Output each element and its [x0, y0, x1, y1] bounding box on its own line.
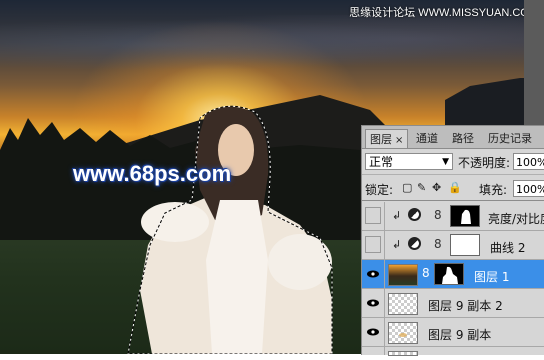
adjustment-icon	[408, 208, 421, 221]
mask-shape-icon	[461, 209, 471, 224]
blend-mode-select[interactable]: 正常 ▼	[365, 153, 453, 170]
divider	[384, 289, 385, 318]
lock-all-icon[interactable]: 🔒	[448, 181, 462, 194]
lock-row: 锁定: ▢ ✎ ✥ 🔒 填充: 100%	[362, 176, 544, 201]
tab-label: 历史记录	[488, 132, 532, 145]
layer-name: 亮度/对比度	[488, 212, 544, 226]
sweater	[206, 200, 268, 354]
visibility-toggle[interactable]	[365, 207, 381, 224]
divider	[384, 202, 385, 231]
lock-move-icon[interactable]: ✥	[432, 181, 441, 194]
link-icon: 8	[434, 208, 442, 222]
layer-thumbnail[interactable]	[388, 264, 418, 286]
opacity-label: 不透明度:	[458, 156, 511, 170]
fill-label: 填充:	[479, 183, 508, 197]
layer-row[interactable]: 图层 9 副本 2	[362, 289, 544, 318]
link-icon: 8	[434, 237, 442, 251]
layer-name: 曲线 2	[490, 241, 526, 255]
eye-icon[interactable]	[365, 352, 381, 360]
workspace-gutter	[524, 0, 544, 125]
building	[445, 78, 524, 130]
layer-row[interactable]: ↲ 8 曲线 2	[362, 231, 544, 260]
link-icon: 8	[422, 266, 430, 280]
watermark-site: www.68ps.com	[73, 161, 232, 186]
watermark-top: 思缘设计论坛 WWW.MISSYUAN.COM	[349, 7, 538, 19]
clip-arrow-icon: ↲	[392, 209, 402, 222]
layer-name: 图层 1	[474, 270, 510, 284]
fill-input[interactable]: 100%	[513, 180, 544, 197]
close-icon[interactable]: ×	[395, 135, 403, 146]
mask-shape-icon	[442, 266, 458, 284]
tab-label: 图层	[370, 133, 392, 146]
mask-thumbnail[interactable]	[434, 263, 464, 285]
layers-panel: 图层× 通道 路径 历史记录 正常 ▼ 不透明度: 100% 锁定: ▢ ✎ ✥…	[361, 125, 544, 356]
tab-history[interactable]: 历史记录	[484, 129, 536, 148]
lock-label: 锁定:	[365, 183, 394, 197]
tab-layers[interactable]: 图层 ×	[365, 129, 409, 148]
divider	[384, 260, 385, 289]
mask-thumbnail[interactable]	[450, 205, 480, 227]
layer-row[interactable]: 图层 9 副本	[362, 318, 544, 347]
divider	[384, 231, 385, 260]
layer-row[interactable]: ↲ 8 亮度/对比度	[362, 202, 544, 231]
lock-brush-icon[interactable]: ✎	[417, 181, 426, 194]
divider	[384, 318, 385, 347]
layer-thumbnail[interactable]	[388, 293, 418, 315]
blend-row: 正常 ▼ 不透明度: 100%	[362, 150, 544, 175]
thumbnail-content	[399, 333, 407, 337]
layer-thumbnail[interactable]	[388, 322, 418, 344]
tab-label: 通道	[416, 132, 438, 145]
chevron-down-icon: ▼	[442, 157, 449, 167]
layer-name: 图层 9 副本 2	[428, 299, 503, 313]
blend-mode-value: 正常	[369, 155, 394, 169]
eye-icon[interactable]	[365, 323, 381, 340]
fur-collar-right	[268, 234, 332, 290]
eye-icon[interactable]	[365, 294, 381, 311]
adjustment-icon	[408, 237, 421, 250]
tab-label: 路径	[452, 132, 474, 145]
opacity-input[interactable]: 100%	[513, 153, 544, 170]
clip-arrow-icon: ↲	[392, 238, 402, 251]
visibility-toggle[interactable]	[365, 236, 381, 253]
tab-paths[interactable]: 路径	[448, 129, 478, 148]
tab-channels[interactable]: 通道	[412, 129, 442, 148]
eye-icon[interactable]	[365, 265, 381, 282]
panel-tabs: 图层 × 通道 路径 历史记录	[362, 126, 544, 149]
lock-transparency-icon[interactable]: ▢	[402, 181, 412, 194]
layer-row[interactable]: 8 图层 1	[362, 260, 544, 289]
mask-thumbnail[interactable]	[450, 234, 480, 256]
layer-name: 图层 9 副本	[428, 328, 492, 342]
